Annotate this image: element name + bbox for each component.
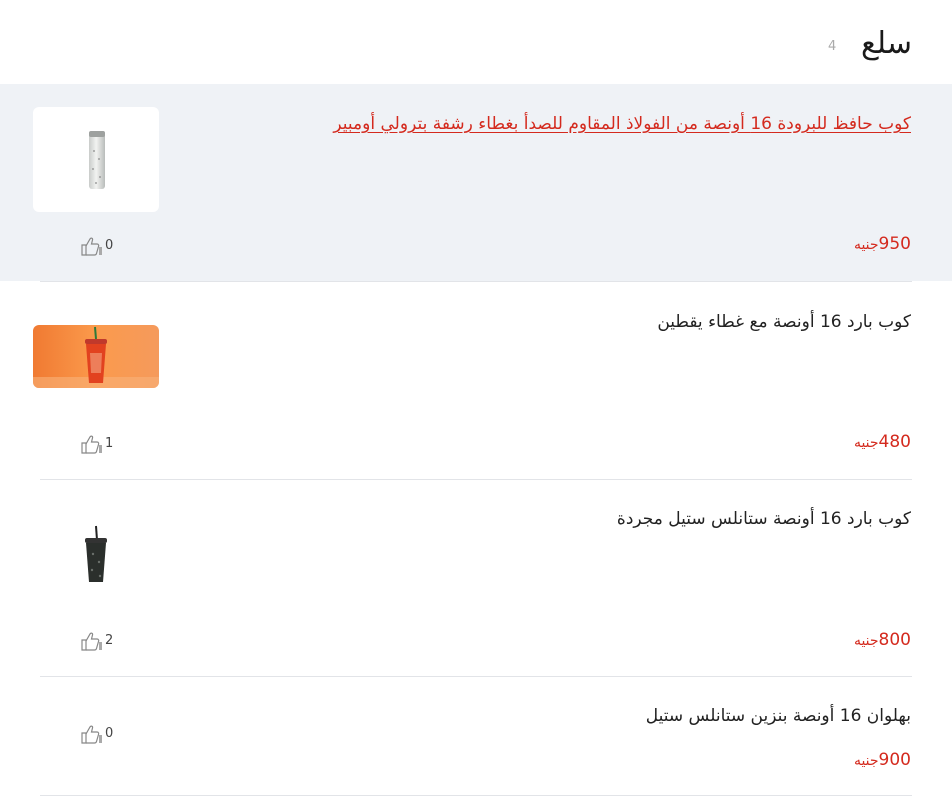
list-item[interactable]: بهلوان 16 أونصة بنزين ستانلس ستيل 900جني… (0, 677, 952, 795)
likes-count: 0 (105, 238, 114, 253)
item-title-link[interactable]: بهلوان 16 أونصة بنزين ستانلس ستيل (646, 704, 911, 728)
white-tumbler-image[interactable] (33, 107, 159, 212)
item-title-link[interactable]: كوب حافظ للبرودة 16 أونصة من الفولاذ الم… (333, 112, 911, 136)
likes-count: 2 (105, 633, 114, 648)
page-title: سلع (860, 26, 912, 61)
price-currency: جنيه (853, 633, 879, 649)
price-amount: 800 (878, 630, 911, 650)
thumbs-up-icon (80, 434, 102, 454)
like-button[interactable]: 2 (80, 630, 113, 652)
list-item[interactable]: كوب حافظ للبرودة 16 أونصة من الفولاذ الم… (0, 84, 952, 281)
list-item[interactable]: كوب بارد 16 أونصة ستانلس ستيل مجردة 800ج… (0, 480, 952, 676)
item-title-link[interactable]: كوب بارد 16 أونصة ستانلس ستيل مجردة (617, 507, 911, 531)
item-title-link[interactable]: كوب بارد 16 أونصة مع غطاء يقطين (657, 310, 911, 334)
price-amount: 480 (878, 432, 911, 452)
price-currency: جنيه (853, 435, 879, 451)
orange-cold-cup-image[interactable] (33, 325, 159, 388)
price-currency: جنيه (853, 237, 879, 253)
price-amount: 950 (878, 234, 911, 254)
list-item[interactable]: كوب بارد 16 أونصة مع غطاء يقطين 480جنيه (0, 282, 952, 479)
black-cold-cup-image[interactable] (33, 522, 159, 588)
like-button[interactable]: 0 (80, 723, 113, 745)
price-amount: 900 (878, 750, 911, 770)
page-header: سلع 4 (0, 0, 952, 84)
thumbs-up-icon (80, 724, 102, 744)
item-price: 900جنيه (854, 749, 911, 771)
thumbs-up-icon (80, 631, 102, 651)
likes-count: 1 (105, 436, 114, 451)
likes-count: 0 (105, 726, 114, 741)
items-count: 4 (828, 39, 837, 54)
like-button[interactable]: 0 (80, 235, 113, 257)
item-price: 950جنيه (854, 233, 911, 255)
price-currency: جنيه (853, 753, 879, 769)
thumbs-up-icon (80, 236, 102, 256)
like-button[interactable]: 1 (80, 433, 113, 455)
item-price: 800جنيه (854, 629, 911, 651)
item-price: 480جنيه (854, 431, 911, 453)
